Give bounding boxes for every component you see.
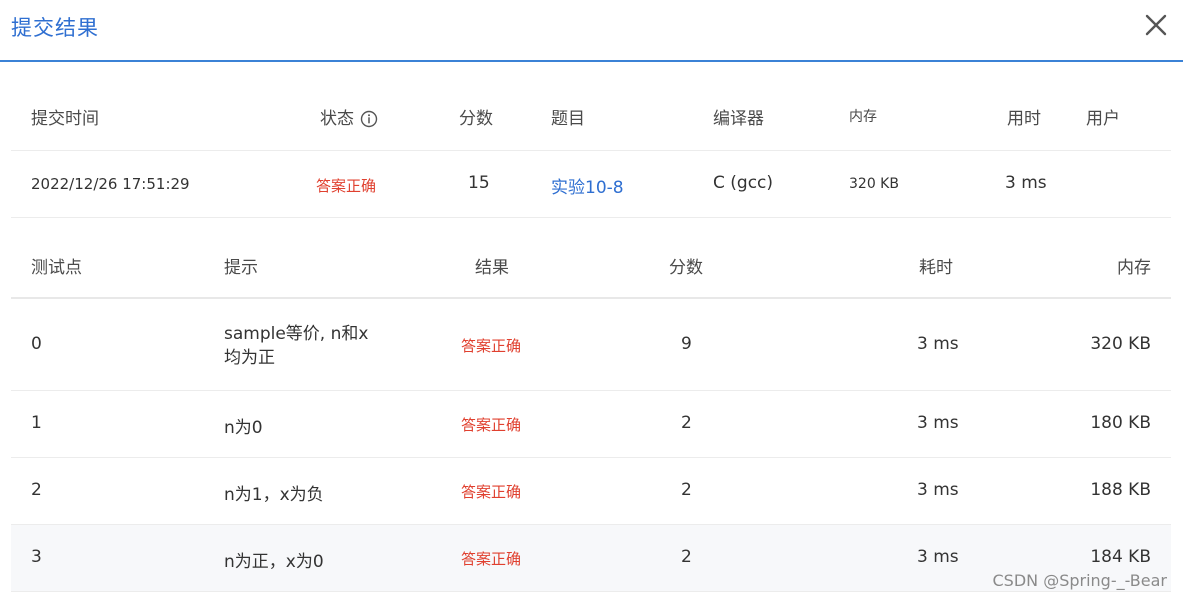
case-time: 3 ms <box>917 413 959 433</box>
header-submit-time: 提交时间 <box>31 109 99 129</box>
case-memory: 320 KB <box>1090 334 1151 354</box>
case-hint-line1: sample等价, n和x <box>224 324 369 344</box>
case-id: 1 <box>31 413 42 433</box>
header-status: 状态 <box>320 104 378 129</box>
case-hint-line2: 均为正 <box>224 348 275 368</box>
test-cases-table: 测试点 提示 结果 分数 耗时 内存 0 sample等价, n和x 均为正 答… <box>11 232 1171 592</box>
header-case: 测试点 <box>31 258 82 278</box>
header-hint: 提示 <box>224 258 258 278</box>
compiler-value: C (gcc) <box>713 173 774 193</box>
memory-value: 320 KB <box>849 176 899 192</box>
tests-header-row: 测试点 提示 结果 分数 耗时 内存 <box>11 232 1171 299</box>
table-row: 0 sample等价, n和x 均为正 答案正确 9 3 ms 320 KB <box>11 299 1171 391</box>
info-icon[interactable] <box>360 110 378 128</box>
header-score: 分数 <box>459 109 493 129</box>
table-row: 2 n为1，x为负 答案正确 2 3 ms 188 KB <box>11 458 1171 525</box>
header-test-time: 耗时 <box>919 258 953 278</box>
case-time: 3 ms <box>917 547 959 567</box>
header-result: 结果 <box>475 258 509 278</box>
case-score: 2 <box>681 480 692 500</box>
status-value: 答案正确 <box>316 177 377 195</box>
table-row: 1 n为0 答案正确 2 3 ms 180 KB <box>11 391 1171 458</box>
case-id: 0 <box>31 334 42 354</box>
case-score: 2 <box>681 413 692 433</box>
case-hint: n为正，x为0 <box>224 552 324 572</box>
case-score: 9 <box>681 334 692 354</box>
problem-link[interactable]: 实验10-8 <box>551 173 624 198</box>
case-memory: 188 KB <box>1090 480 1151 500</box>
case-time: 3 ms <box>917 480 959 500</box>
dialog-title: 提交结果 <box>11 16 99 40</box>
close-icon[interactable] <box>1143 12 1169 38</box>
case-memory: 184 KB <box>1090 547 1151 567</box>
time-used-value: 3 ms <box>1005 173 1047 193</box>
header-time-used: 用时 <box>1007 109 1041 129</box>
score-value: 15 <box>468 173 490 193</box>
header-test-memory: 内存 <box>1117 258 1151 278</box>
summary-data-row: 2022/12/26 17:51:29 答案正确 15 实验10-8 C (gc… <box>11 151 1171 218</box>
case-hint: n为0 <box>224 418 263 438</box>
case-result: 答案正确 <box>461 337 522 355</box>
case-memory: 180 KB <box>1090 413 1151 433</box>
header-problem: 题目 <box>551 109 585 129</box>
summary-header-row: 提交时间 状态 分数 题目 编译器 内存 用时 用户 <box>11 84 1171 151</box>
case-result: 答案正确 <box>461 483 522 501</box>
case-id: 2 <box>31 480 42 500</box>
submission-summary-table: 提交时间 状态 分数 题目 编译器 内存 用时 用户 2022/12/26 17… <box>11 84 1171 218</box>
header-memory: 内存 <box>849 109 877 125</box>
dialog-header: 提交结果 <box>0 0 1183 62</box>
case-time: 3 ms <box>917 334 959 354</box>
header-user: 用户 <box>1086 109 1120 129</box>
case-result: 答案正确 <box>461 416 522 434</box>
header-test-score: 分数 <box>669 258 703 278</box>
case-score: 2 <box>681 547 692 567</box>
header-status-label: 状态 <box>320 109 354 129</box>
case-id: 3 <box>31 547 42 567</box>
case-result: 答案正确 <box>461 550 522 568</box>
case-hint: n为1，x为负 <box>224 485 324 505</box>
case-hint: sample等价, n和x 均为正 <box>224 322 368 370</box>
submit-time-value: 2022/12/26 17:51:29 <box>31 175 190 193</box>
watermark: CSDN @Spring-_-Bear <box>992 571 1167 590</box>
header-compiler: 编译器 <box>713 109 764 129</box>
